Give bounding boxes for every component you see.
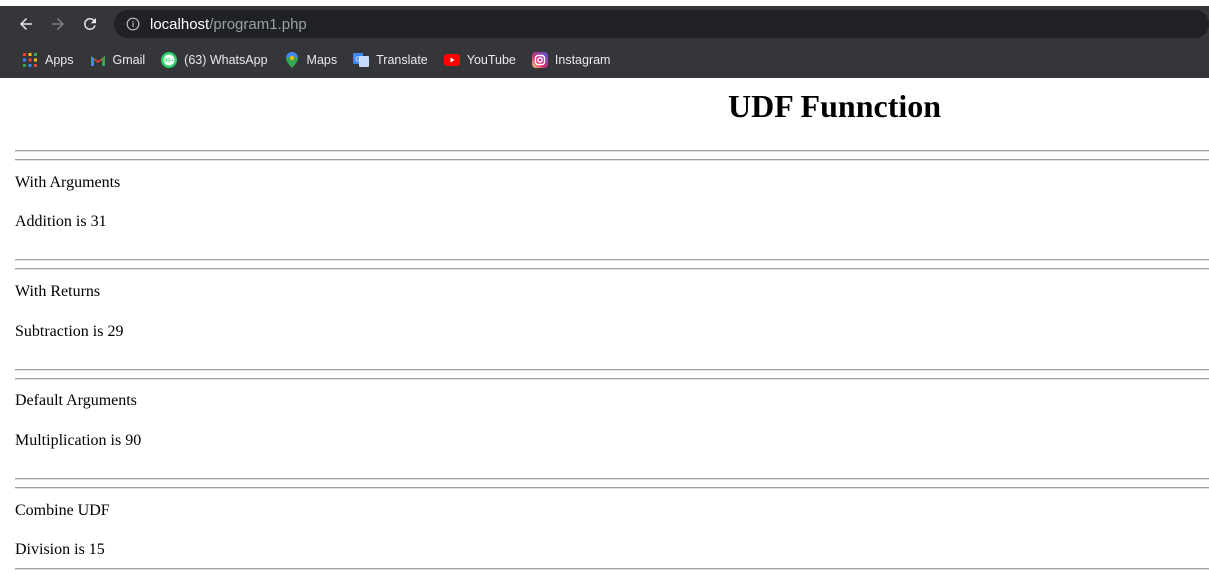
translate-icon: G — [353, 52, 370, 68]
bookmark-translate[interactable]: G Translate — [353, 52, 428, 68]
bookmark-label: Maps — [306, 53, 338, 67]
reload-icon — [83, 17, 96, 30]
divider — [15, 568, 1209, 570]
url-host: localhost — [150, 15, 210, 33]
bookmark-maps[interactable]: Maps — [284, 52, 338, 68]
bookmarks-bar: Apps Gmail 99+ (63) WhatsApp Maps G Tran… — [0, 42, 1209, 78]
divider — [15, 150, 1209, 152]
arrow-left-icon — [20, 18, 32, 30]
divider — [15, 268, 1209, 270]
divider — [15, 487, 1209, 489]
back-button[interactable] — [12, 10, 40, 38]
bookmark-label: YouTube — [466, 53, 516, 67]
whatsapp-badge: 99+ — [164, 59, 175, 65]
maps-icon — [284, 52, 300, 68]
whatsapp-icon: 99+ — [161, 52, 178, 68]
section-heading: Combine UDF — [15, 502, 110, 519]
browser-toolbar: localhost/program1.php — [0, 6, 1209, 42]
section-heading: With Arguments — [15, 174, 121, 191]
youtube-icon — [443, 52, 460, 68]
section-result: Multiplication is 90 — [15, 432, 142, 449]
bookmark-label: Instagram — [554, 53, 611, 67]
divider — [15, 378, 1209, 380]
reload-button[interactable] — [76, 10, 104, 38]
arrow-right-icon — [52, 18, 64, 30]
section-result: Addition is 31 — [15, 213, 107, 230]
divider — [15, 478, 1209, 480]
bookmark-label: (63) WhatsApp — [184, 53, 268, 67]
section-result: Subtraction is 29 — [15, 323, 124, 340]
gmail-icon — [90, 52, 106, 68]
section-heading: Default Arguments — [15, 392, 137, 409]
bookmark-gmail[interactable]: Gmail — [90, 52, 146, 68]
info-icon[interactable] — [126, 17, 140, 31]
divider — [15, 159, 1209, 161]
instagram-icon — [531, 52, 548, 68]
svg-text:G: G — [355, 57, 360, 64]
bookmark-youtube[interactable]: YouTube — [443, 52, 516, 68]
bookmark-apps[interactable]: Apps — [22, 52, 74, 68]
address-bar[interactable]: localhost/program1.php — [114, 10, 1209, 38]
bookmark-instagram[interactable]: Instagram — [531, 52, 611, 68]
bookmark-label: Translate — [376, 53, 428, 67]
apps-grid-icon — [22, 52, 38, 68]
divider — [15, 369, 1209, 371]
section-result: Division is 15 — [15, 541, 105, 558]
section-heading: With Returns — [15, 283, 101, 300]
forward-button[interactable] — [44, 10, 72, 38]
page-title: UDF Funnction — [727, 88, 942, 124]
bookmark-label: Gmail — [112, 53, 146, 67]
bookmark-label: Apps — [45, 53, 74, 67]
url-path: /program1.php — [209, 15, 307, 33]
bookmark-whatsapp[interactable]: 99+ (63) WhatsApp — [161, 52, 268, 68]
divider — [15, 259, 1209, 261]
